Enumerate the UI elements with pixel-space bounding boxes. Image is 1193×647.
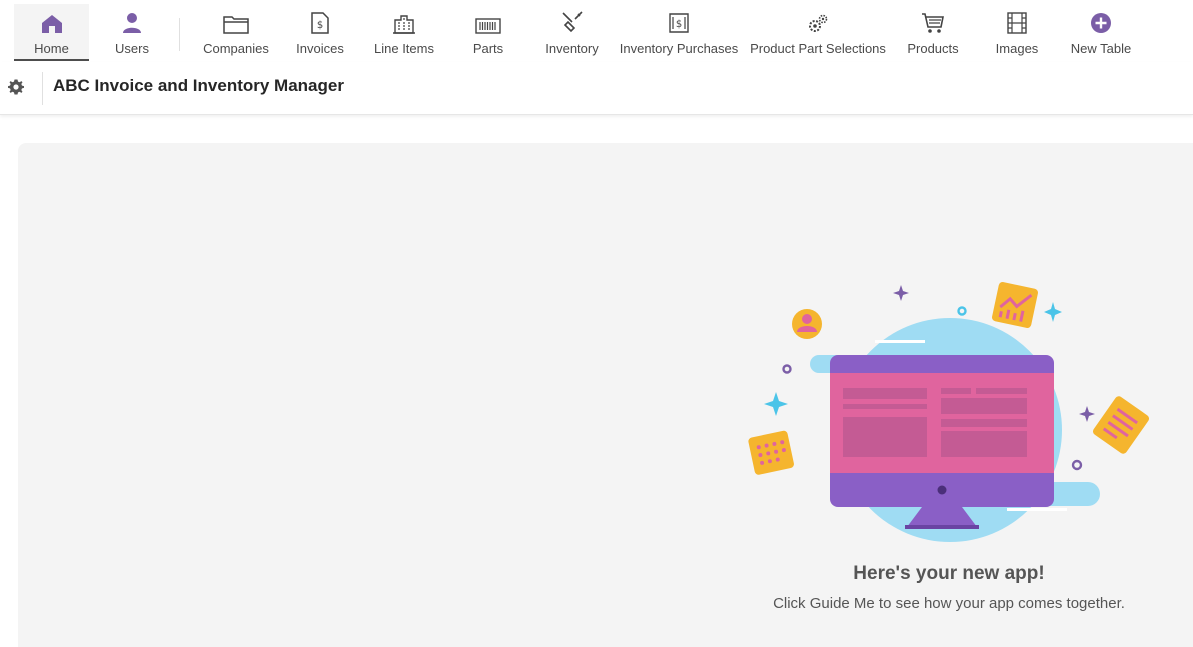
- barcode-icon: [475, 8, 501, 34]
- tab-label: Parts: [472, 41, 504, 56]
- app-title: ABC Invoice and Inventory Manager: [53, 76, 344, 95]
- tab-label: Inventory: [545, 41, 599, 56]
- tab-line-items[interactable]: Line Items: [370, 4, 438, 61]
- gear-icon[interactable]: [7, 78, 25, 96]
- svg-text:$: $: [317, 20, 323, 31]
- tab-users[interactable]: Users: [100, 4, 164, 61]
- tab-separator: [179, 18, 180, 51]
- tab-product-part-selections[interactable]: Product Part Selections: [750, 4, 886, 61]
- folder-icon: [223, 8, 249, 34]
- header-separator: [42, 72, 43, 105]
- receipt-icon: $: [668, 8, 690, 34]
- film-icon: [1007, 8, 1027, 34]
- tab-inventory[interactable]: Inventory: [538, 4, 606, 61]
- top-tab-bar: Home Users Companies $ Invoices Line Ite…: [0, 0, 1193, 62]
- tab-parts[interactable]: Parts: [458, 4, 518, 61]
- tab-label: Home: [34, 41, 69, 56]
- tab-label: Users: [115, 41, 149, 56]
- tab-label: Inventory Purchases: [619, 41, 739, 56]
- building-icon: [392, 8, 416, 34]
- svg-text:$: $: [676, 19, 682, 30]
- tab-home[interactable]: Home: [14, 4, 89, 61]
- tab-inventory-purchases[interactable]: $ Inventory Purchases: [620, 4, 738, 61]
- tools-icon: [560, 8, 584, 34]
- tab-invoices[interactable]: $ Invoices: [288, 4, 352, 61]
- tab-label: New Table: [1070, 41, 1132, 56]
- tab-label: Invoices: [296, 41, 344, 56]
- tab-label: Line Items: [374, 41, 434, 56]
- tab-label: Companies: [203, 41, 269, 56]
- app-header: ABC Invoice and Inventory Manager: [0, 62, 1193, 115]
- cart-icon: [921, 8, 945, 34]
- tab-images[interactable]: Images: [986, 4, 1048, 61]
- tab-products[interactable]: Products: [900, 4, 966, 61]
- tab-new-table[interactable]: New Table: [1064, 4, 1138, 61]
- tab-label: Products: [907, 41, 959, 56]
- empty-state-subtitle: Click Guide Me to see how your app comes…: [773, 595, 1125, 612]
- home-icon: [41, 8, 63, 34]
- empty-state-title: Here's your new app!: [853, 563, 1045, 584]
- new-app-illustration: [745, 280, 1155, 550]
- tab-label: Product Part Selections: [750, 41, 886, 56]
- invoice-icon: $: [311, 8, 329, 34]
- plus-circle-icon: [1090, 8, 1112, 34]
- gears-icon: [806, 8, 830, 34]
- user-icon: [122, 8, 142, 34]
- tab-companies[interactable]: Companies: [196, 4, 276, 61]
- tab-label: Images: [995, 41, 1039, 56]
